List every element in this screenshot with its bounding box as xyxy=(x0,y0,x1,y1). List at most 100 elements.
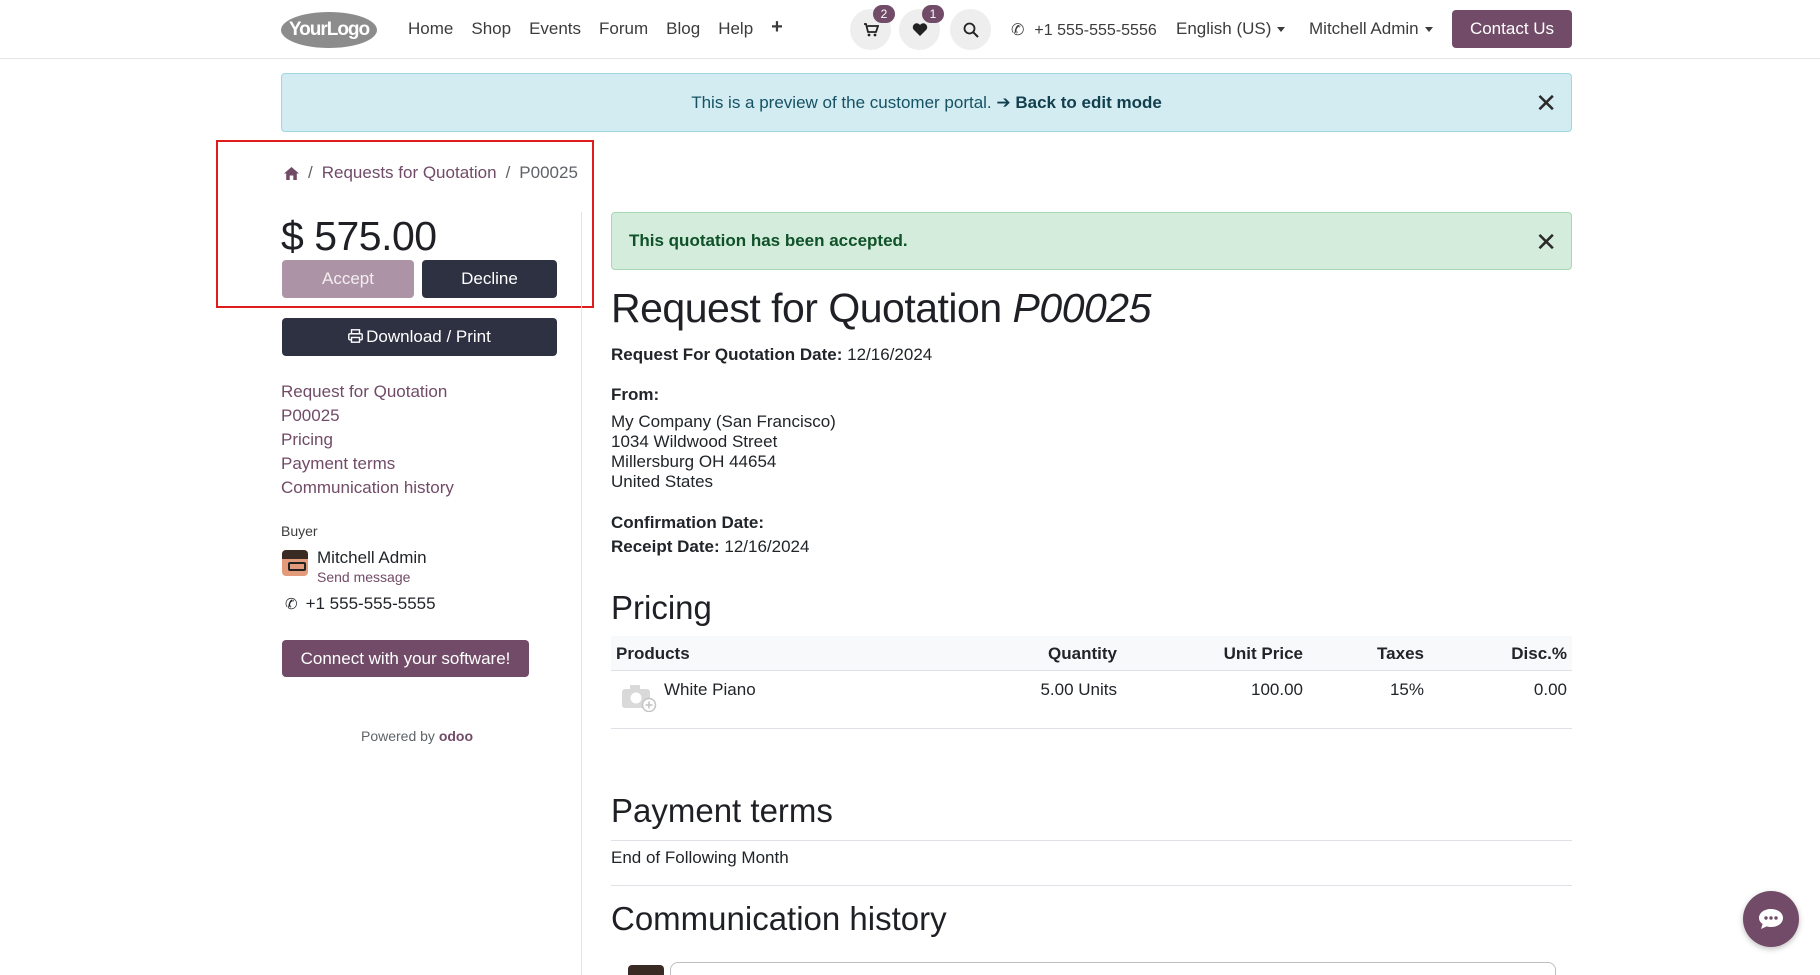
header-phone[interactable]: ✆ +1 555-555-5556 xyxy=(1011,20,1157,40)
toc-item-pricing[interactable]: Pricing xyxy=(281,430,454,449)
pricing-table-header: Products Quantity Unit Price Taxes Disc.… xyxy=(611,636,1572,671)
column-header-unit-price: Unit Price xyxy=(1223,644,1303,663)
back-to-edit-link[interactable]: ➔ Back to edit mode xyxy=(996,93,1161,112)
page-title-reference: P00025 xyxy=(1012,285,1152,331)
address-line: My Company (San Francisco) xyxy=(611,412,836,431)
payment-terms-heading: Payment terms xyxy=(611,792,833,829)
rfq-date-label: Request For Quotation Date: xyxy=(611,345,843,364)
print-icon xyxy=(348,329,364,343)
vendor-address: My Company (San Francisco) 1034 Wildwood… xyxy=(611,412,836,492)
buyer-phone-number: +1 555-555-5555 xyxy=(305,594,436,613)
live-chat-button[interactable] xyxy=(1743,891,1799,947)
toc-item-request-for-quotation[interactable]: Request for Quotation xyxy=(281,382,454,401)
connect-software-button[interactable]: Connect with your software! xyxy=(282,640,529,677)
contact-us-button[interactable]: Contact Us xyxy=(1452,10,1572,48)
site-logo[interactable]: YourLogo xyxy=(281,12,377,48)
wishlist-count-badge: 1 xyxy=(922,5,944,23)
rfq-date-value: 12/16/2024 xyxy=(847,345,933,364)
toc-item-communication-history[interactable]: Communication history xyxy=(281,478,454,497)
breadcrumb-separator: / xyxy=(505,163,511,182)
receipt-date-label: Receipt Date: xyxy=(611,537,720,556)
product-discount: 0.00 xyxy=(1533,680,1567,699)
accept-button[interactable]: Accept xyxy=(282,260,414,298)
camera-icon xyxy=(622,685,657,712)
nav-home[interactable]: Home xyxy=(408,19,453,39)
nav-shop[interactable]: Shop xyxy=(471,19,511,39)
confirmation-date-label: Confirmation Date: xyxy=(611,513,764,532)
table-of-contents: Request for Quotation P00025 Pricing Pay… xyxy=(281,382,454,497)
buyer-name: Mitchell Admin xyxy=(317,548,427,567)
column-divider xyxy=(581,212,582,975)
divider xyxy=(611,885,1572,886)
language-selector[interactable]: English (US) xyxy=(1176,19,1286,39)
table-row: White Piano 5.00 Units 100.00 15% 0.00 xyxy=(611,672,1572,729)
home-icon[interactable] xyxy=(284,166,299,180)
column-header-discount: Disc.% xyxy=(1511,644,1567,663)
buyer-label: Buyer xyxy=(281,523,318,539)
address-line: United States xyxy=(611,472,714,491)
user-name: Mitchell Admin xyxy=(1309,19,1419,38)
communication-history-heading: Communication history xyxy=(611,900,947,937)
close-icon[interactable]: ✕ xyxy=(1535,90,1557,116)
header-phone-number: +1 555-555-5556 xyxy=(1034,22,1157,39)
column-header-products: Products xyxy=(616,644,690,663)
page-title: Request for Quotation P00025 xyxy=(611,285,1151,332)
search-icon xyxy=(963,22,979,38)
language-label: English (US) xyxy=(1176,19,1272,38)
chevron-down-icon xyxy=(1424,27,1433,33)
preview-text: This is a preview of the customer portal… xyxy=(691,93,992,112)
main-menu: Home Shop Events Forum Blog Help + xyxy=(408,17,783,39)
avatar xyxy=(282,550,308,576)
column-header-taxes: Taxes xyxy=(1377,644,1424,663)
odoo-logo[interactable]: odoo xyxy=(439,728,473,744)
product-name: White Piano xyxy=(664,680,756,699)
top-navbar: YourLogo Home Shop Events Forum Blog Hel… xyxy=(0,0,1820,59)
pricing-heading: Pricing xyxy=(611,589,712,626)
message-composer[interactable] xyxy=(670,962,1556,975)
product-unit-price: 100.00 xyxy=(1251,680,1303,699)
breadcrumb-separator: / xyxy=(308,163,313,182)
nav-blog[interactable]: Blog xyxy=(666,19,700,39)
page-title-prefix: Request for Quotation xyxy=(611,285,1002,331)
confirmation-date-field: Confirmation Date: xyxy=(611,513,764,533)
cart-count-badge: 2 xyxy=(873,5,895,23)
column-header-quantity: Quantity xyxy=(1048,644,1117,663)
powered-by: Powered by odoo xyxy=(361,728,473,744)
phone-icon: ✆ xyxy=(285,596,298,613)
chat-icon xyxy=(1759,909,1783,929)
plus-icon[interactable]: + xyxy=(771,17,783,39)
accepted-alert: This quotation has been accepted. ✕ xyxy=(611,212,1572,270)
address-line: 1034 Wildwood Street xyxy=(611,432,778,451)
download-print-label: Download / Print xyxy=(366,327,491,346)
receipt-date-value: 12/16/2024 xyxy=(724,537,810,556)
user-menu[interactable]: Mitchell Admin xyxy=(1309,19,1433,39)
toc-item-payment-terms[interactable]: Payment terms xyxy=(281,454,454,473)
powered-by-text: Powered by xyxy=(361,728,435,744)
download-print-button[interactable]: Download / Print xyxy=(282,318,557,356)
heart-icon xyxy=(912,23,927,36)
cart-button[interactable]: 2 xyxy=(850,5,895,50)
from-label: From: xyxy=(611,385,659,405)
send-message-link[interactable]: Send message xyxy=(317,569,410,585)
nav-help[interactable]: Help xyxy=(718,19,753,39)
accepted-alert-text: This quotation has been accepted. xyxy=(629,231,908,250)
payment-terms-value: End of Following Month xyxy=(611,848,789,867)
portal-preview-banner: This is a preview of the customer portal… xyxy=(281,73,1572,132)
address-line: Millersburg OH 44654 xyxy=(611,452,777,471)
close-icon[interactable]: ✕ xyxy=(1535,229,1557,255)
nav-forum[interactable]: Forum xyxy=(599,19,648,39)
rfq-date-field: Request For Quotation Date: 12/16/2024 xyxy=(611,345,932,365)
nav-events[interactable]: Events xyxy=(529,19,581,39)
product-taxes: 15% xyxy=(1389,680,1424,699)
wishlist-button[interactable]: 1 xyxy=(899,5,944,50)
breadcrumb-current: P00025 xyxy=(519,163,578,182)
avatar xyxy=(628,965,664,975)
search-button[interactable] xyxy=(950,9,991,50)
phone-icon: ✆ xyxy=(1011,22,1025,39)
buyer-phone: ✆ +1 555-555-5555 xyxy=(285,594,436,614)
breadcrumb-rfq-link[interactable]: Requests for Quotation xyxy=(322,163,497,183)
toc-item-p00025[interactable]: P00025 xyxy=(281,406,454,425)
cart-icon xyxy=(863,22,879,36)
decline-button[interactable]: Decline xyxy=(422,260,557,298)
breadcrumb: / Requests for Quotation / P00025 xyxy=(284,163,578,183)
